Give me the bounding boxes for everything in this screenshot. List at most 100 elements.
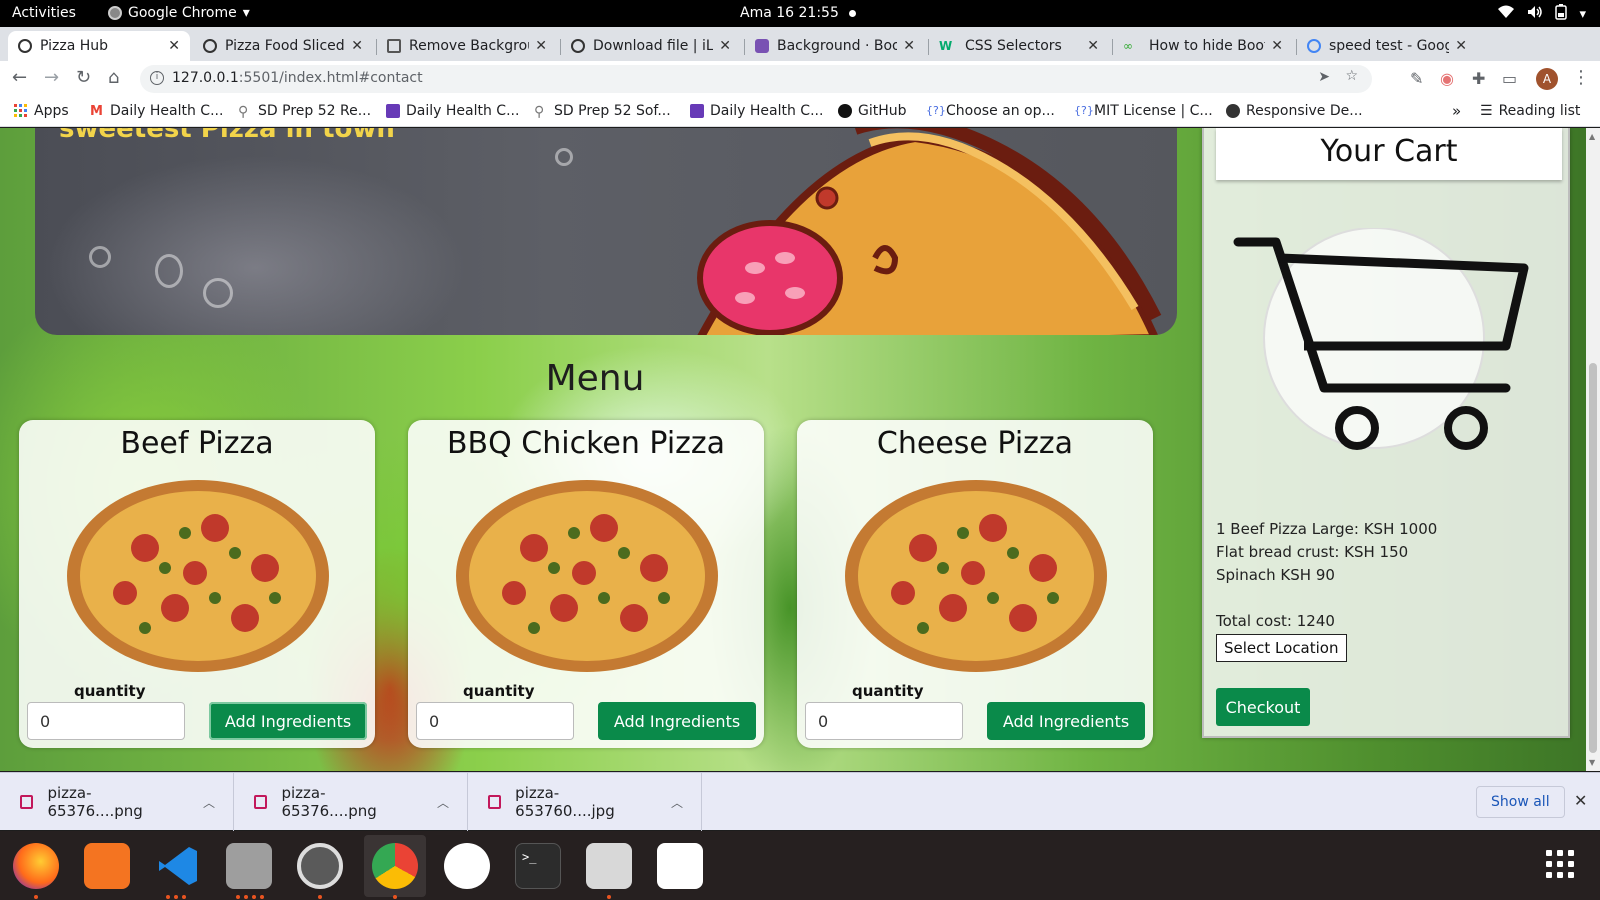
close-tab-icon[interactable]: ✕ [168,38,180,54]
bookmark-responsive-design[interactable]: Responsive De... [1226,103,1363,119]
vscode-icon[interactable] [155,843,201,889]
back-arrow-icon[interactable]: ← [12,67,27,88]
globe-icon [18,39,32,53]
cart-line-items: 1 Beef Pizza Large: KSH 1000 Flat bread … [1216,518,1437,587]
close-tab-icon[interactable]: ✕ [351,38,363,54]
bookmark-choose-license[interactable]: {?} Choose an op... [926,103,1055,119]
checkout-button[interactable]: Checkout [1216,688,1310,726]
bookmark-star-icon[interactable]: ☆ [1345,68,1358,84]
firefox-icon[interactable] [13,843,59,889]
download-item[interactable]: pizza-65376....png ︿ [234,773,468,831]
tab-remove-background[interactable]: Remove Backgrou ✕ [377,31,557,61]
url-path: :5501/index.html#contact [238,70,423,86]
bookmark-github[interactable]: GitHub [838,103,907,119]
download-item[interactable]: pizza-653760....jpg ︿ [468,773,702,831]
tab-download-file[interactable]: Download file | iL ✕ [561,31,741,61]
chrome-icon[interactable] [372,843,418,889]
activities-button[interactable]: Activities [12,5,76,21]
tab-strip: Pizza Hub ✕ Pizza Food Sliced ✕ Remove B… [0,27,1600,81]
add-ingredients-button[interactable]: Add Ingredients [987,702,1145,740]
bookmark-label: Daily Health C... [110,103,224,119]
tab-css-selectors[interactable]: W CSS Selectors ✕ [929,31,1109,61]
running-indicator [182,895,186,899]
bookmark-label: Responsive De... [1246,103,1363,119]
app-menu[interactable]: Google Chrome ▾ [108,5,250,21]
add-ingredients-button[interactable]: Add Ingredients [598,702,756,740]
address-bar[interactable]: i 127.0.0.1:5501/index.html#contact ➤ ☆ [140,65,1372,93]
pizza-image [67,480,329,672]
system-tray[interactable]: ▾ [1497,4,1586,24]
scroll-down-arrow-icon[interactable]: ▼ [1589,758,1595,767]
running-indicator [260,895,264,899]
chevron-up-icon[interactable]: ︿ [203,794,215,811]
show-applications-icon[interactable] [1546,850,1574,878]
chevron-up-icon[interactable]: ︿ [437,794,449,811]
reading-list-button[interactable]: ☰ Reading list [1480,103,1580,119]
close-tab-icon[interactable]: ✕ [1087,38,1099,54]
terminal-icon[interactable]: >_ [515,843,561,889]
tab-pizza-food-sliced[interactable]: Pizza Food Sliced ✕ [193,31,373,61]
scroll-up-arrow-icon[interactable]: ▲ [1589,132,1595,141]
cart-line-item: Flat bread crust: KSH 150 [1216,543,1409,561]
pen-extension-icon[interactable]: ✎ [1410,69,1423,88]
add-ingredients-button[interactable]: Add Ingredients [209,702,367,740]
hero-banner: sweetest Pizza in town [35,128,1177,335]
tab-title: speed test - Goog [1329,38,1450,54]
settings-gear-icon[interactable] [297,843,343,889]
bookmark-daily-health-form-1[interactable]: Daily Health C... [386,103,519,119]
record-extension-icon[interactable]: ◉ [1440,69,1454,88]
globe-icon [203,39,217,53]
shopping-cart-icon [1233,228,1529,450]
close-tab-icon[interactable]: ✕ [719,38,731,54]
globe-icon [1226,104,1240,118]
quantity-input[interactable] [805,702,963,740]
quantity-input[interactable] [27,702,185,740]
bookmark-label: Choose an op... [946,103,1055,119]
close-tab-icon[interactable]: ✕ [903,38,915,54]
bookmark-daily-health-form-2[interactable]: Daily Health C... [690,103,823,119]
tab-pizza-hub[interactable]: Pizza Hub ✕ [8,31,190,61]
tab-hide-bootstrap[interactable]: ∞ How to hide Boot ✕ [1113,31,1293,61]
profile-avatar[interactable]: A [1536,68,1558,90]
tab-title: How to hide Boot [1149,38,1266,54]
bookmark-apps[interactable]: Apps [14,103,69,119]
software-center-icon[interactable] [84,843,130,889]
bookmark-sd-prep-sof[interactable]: ⚲ SD Prep 52 Sof... [534,103,671,120]
code-icon: {?} [1074,104,1094,117]
home-icon[interactable]: ⌂ [108,67,119,88]
scrollbar-thumb[interactable] [1589,363,1597,753]
running-indicator [607,895,611,899]
cast-icon[interactable]: ▭ [1502,69,1517,88]
close-tab-icon[interactable]: ✕ [535,38,547,54]
page-scrollbar[interactable]: ▲ ▼ [1586,128,1600,771]
slack-icon[interactable] [444,843,490,889]
forward-arrow-icon[interactable]: → [44,67,59,88]
chrome-menu-icon[interactable]: ⋮ [1572,67,1590,88]
tab-bootstrap-background[interactable]: Background · Boo ✕ [745,31,925,61]
close-icon[interactable]: ✕ [1574,791,1587,810]
more-bookmarks-chevron-icon[interactable]: » [1452,102,1461,120]
water-bubble [155,254,183,288]
text-editor-icon[interactable] [657,843,703,889]
bookmark-mit-license[interactable]: {?} MIT License | C... [1074,103,1213,119]
ubuntu-dock: >_ [0,831,1600,900]
show-all-downloads-button[interactable]: Show all [1476,786,1565,818]
image-file-icon [254,795,268,809]
files-icon[interactable] [226,843,272,889]
system-top-bar: Activities Google Chrome ▾ Ama 16 21:55 … [0,0,1600,27]
bookmark-sd-prep-re[interactable]: ⚲ SD Prep 52 Re... [238,103,371,120]
chevron-up-icon[interactable]: ︿ [671,794,683,811]
close-tab-icon[interactable]: ✕ [1455,38,1467,54]
quantity-input[interactable] [416,702,574,740]
tab-speed-test[interactable]: speed test - Goog ✕ [1297,31,1477,61]
extensions-puzzle-icon[interactable]: ✚ [1472,69,1485,88]
image-viewer-icon[interactable] [586,843,632,889]
download-item[interactable]: pizza-65376....png ︿ [0,773,234,831]
bookmark-daily-health-gmail[interactable]: M Daily Health C... [90,103,223,119]
reload-icon[interactable]: ↻ [76,67,91,88]
select-location-button[interactable]: Select Location [1216,634,1347,662]
close-tab-icon[interactable]: ✕ [1271,38,1283,54]
clock[interactable]: Ama 16 21:55 [740,5,856,21]
send-to-devices-icon[interactable]: ➤ [1318,69,1330,85]
site-info-icon[interactable]: i [150,71,164,85]
